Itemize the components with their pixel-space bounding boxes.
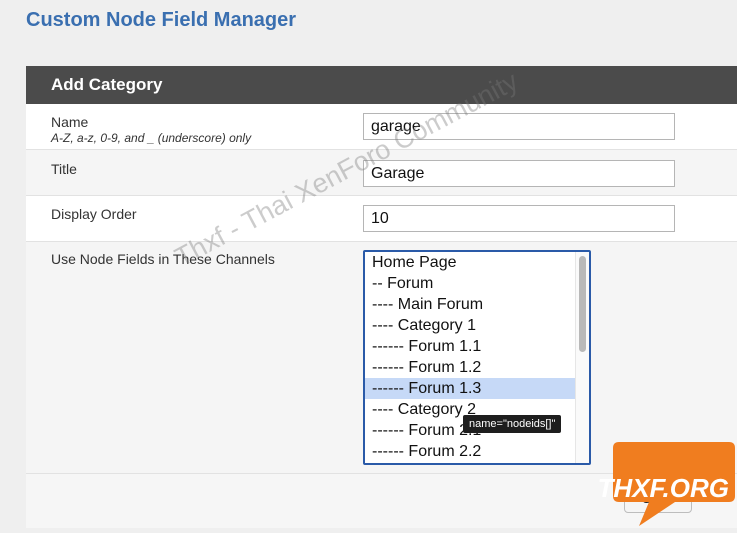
title-row: Title bbox=[26, 150, 737, 196]
channel-option[interactable]: ---- Main Forum bbox=[365, 294, 575, 315]
display-order-row: Display Order bbox=[26, 196, 737, 242]
title-input[interactable] bbox=[363, 160, 675, 187]
channel-option[interactable]: Home Page bbox=[365, 252, 575, 273]
channel-option[interactable]: -- Forum bbox=[365, 273, 575, 294]
scroll-thumb[interactable] bbox=[579, 256, 586, 352]
display-order-input[interactable] bbox=[363, 205, 675, 232]
name-input[interactable] bbox=[363, 113, 675, 140]
channel-option[interactable]: ------ Forum 1.1 bbox=[365, 336, 575, 357]
name-label-text: Name bbox=[51, 114, 89, 130]
display-order-label: Display Order bbox=[51, 206, 137, 222]
name-hint: A-Z, a-z, 0-9, and _ (underscore) only bbox=[51, 131, 252, 145]
name-row: Name A-Z, a-z, 0-9, and _ (underscore) o… bbox=[26, 104, 737, 150]
panel-header: Add Category bbox=[26, 66, 737, 104]
channel-option[interactable]: ---- Category 1 bbox=[365, 315, 575, 336]
save-button[interactable]: Save bbox=[624, 483, 692, 513]
channels-label: Use Node Fields in These Channels bbox=[51, 251, 275, 267]
name-label: Name A-Z, a-z, 0-9, and _ (underscore) o… bbox=[51, 114, 251, 145]
page-title: Custom Node Field Manager bbox=[26, 9, 297, 31]
channel-option[interactable]: ------ Forum 1.3 bbox=[365, 378, 575, 399]
listbox-scrollbar[interactable] bbox=[575, 252, 589, 463]
title-label: Title bbox=[51, 161, 77, 177]
field-name-tooltip: name="nodeids[]" bbox=[463, 415, 562, 433]
channel-option[interactable]: ------ Forum 2.2 bbox=[365, 441, 575, 462]
channel-option[interactable]: ------ Forum 1.2 bbox=[365, 357, 575, 378]
add-category-panel: Add Category Name A-Z, a-z, 0-9, and _ (… bbox=[26, 66, 737, 528]
